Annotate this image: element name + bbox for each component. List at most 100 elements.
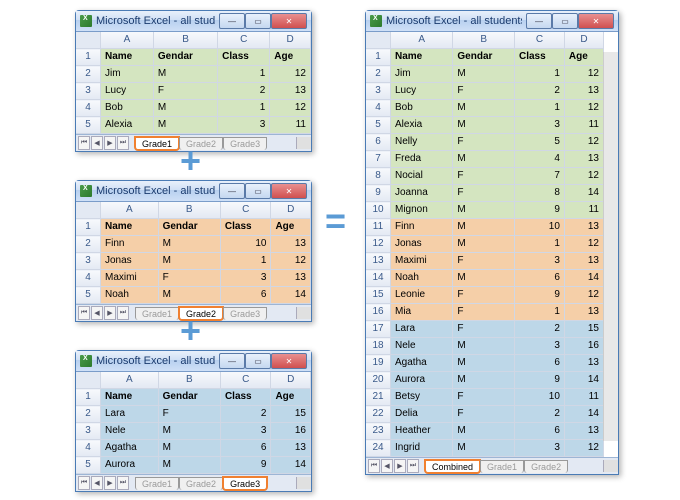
cell[interactable]: 6 xyxy=(220,287,271,304)
sheet-nav-button[interactable]: ⏭ xyxy=(407,459,419,473)
table-header-cell[interactable]: Gendar xyxy=(453,49,515,66)
cell[interactable]: Agatha xyxy=(391,355,453,372)
row-header[interactable]: 2 xyxy=(366,66,391,83)
vertical-scrollbar[interactable] xyxy=(603,52,618,441)
row-header[interactable]: 14 xyxy=(366,270,391,287)
sheet-nav-button[interactable]: ⏮ xyxy=(368,459,380,473)
maximize-button[interactable]: ▭ xyxy=(245,353,271,369)
cell[interactable]: M xyxy=(158,423,220,440)
cell[interactable]: 2 xyxy=(218,83,270,100)
cell[interactable]: 1 xyxy=(514,100,564,117)
cell[interactable]: 11 xyxy=(564,202,603,219)
cell[interactable]: 6 xyxy=(514,355,564,372)
cell[interactable]: Aurora xyxy=(391,372,453,389)
cell[interactable]: 5 xyxy=(514,134,564,151)
cell[interactable]: Leonie xyxy=(391,287,453,304)
close-button[interactable]: ✕ xyxy=(271,183,307,199)
column-header[interactable]: C xyxy=(220,372,271,389)
maximize-button[interactable]: ▭ xyxy=(552,13,578,29)
table-header-cell[interactable]: Class xyxy=(514,49,564,66)
cell[interactable]: 13 xyxy=(271,270,311,287)
row-header[interactable]: 7 xyxy=(366,151,391,168)
sheet-nav-button[interactable]: ⏭ xyxy=(117,136,129,150)
cell[interactable]: 12 xyxy=(564,440,603,457)
sheet-nav-button[interactable]: ▶ xyxy=(104,476,116,490)
cell[interactable]: F xyxy=(453,185,515,202)
scrollbar-stub[interactable] xyxy=(296,137,311,149)
cell[interactable]: M xyxy=(158,440,220,457)
table-header-cell[interactable]: Age xyxy=(271,389,311,406)
cell[interactable]: 11 xyxy=(564,117,603,134)
row-header[interactable]: 16 xyxy=(366,304,391,321)
row-header[interactable]: 3 xyxy=(366,83,391,100)
table-header-cell[interactable]: Age xyxy=(271,219,311,236)
sheet-nav-button[interactable]: ⏭ xyxy=(117,306,129,320)
cell[interactable]: Delia xyxy=(391,406,453,423)
row-header[interactable]: 2 xyxy=(76,66,101,83)
column-header[interactable]: D xyxy=(564,32,603,49)
titlebar[interactable]: Microsoft Excel - all students inf... — … xyxy=(76,11,311,32)
cell[interactable]: Alexia xyxy=(391,117,453,134)
cell[interactable]: 3 xyxy=(218,117,270,134)
column-header[interactable]: A xyxy=(101,372,159,389)
sheet-tab[interactable]: Grade1 xyxy=(135,307,179,320)
cell[interactable]: M xyxy=(153,100,217,117)
cell[interactable]: 15 xyxy=(564,321,603,338)
cell[interactable]: Nocial xyxy=(391,168,453,185)
spreadsheet-grid[interactable]: ABCD1NameGendarClassAge2JimM1123LucyF213… xyxy=(366,32,618,457)
table-header-cell[interactable]: Name xyxy=(101,219,159,236)
cell[interactable]: M xyxy=(453,270,515,287)
cell[interactable]: Jim xyxy=(101,66,154,83)
minimize-button[interactable]: — xyxy=(219,183,245,199)
row-header[interactable]: 19 xyxy=(366,355,391,372)
sheet-nav-button[interactable]: ⏮ xyxy=(78,136,90,150)
column-header[interactable]: A xyxy=(101,32,154,49)
cell[interactable]: Noah xyxy=(101,287,159,304)
cell[interactable]: 8 xyxy=(514,185,564,202)
cell[interactable]: 13 xyxy=(564,253,603,270)
sheet-tab[interactable]: Grade1 xyxy=(135,477,179,490)
table-header-cell[interactable]: Gendar xyxy=(158,219,220,236)
sheet-tab[interactable]: Grade2 xyxy=(179,477,223,490)
cell[interactable]: F xyxy=(158,270,220,287)
cell[interactable]: 14 xyxy=(564,185,603,202)
cell[interactable]: M xyxy=(453,202,515,219)
maximize-button[interactable]: ▭ xyxy=(245,183,271,199)
titlebar[interactable]: Microsoft Excel - all students inf... — … xyxy=(76,181,311,202)
cell[interactable]: Jim xyxy=(391,66,453,83)
cell[interactable]: 14 xyxy=(564,406,603,423)
table-header-cell[interactable]: Name xyxy=(101,49,154,66)
cell[interactable]: 1 xyxy=(218,100,270,117)
cell[interactable]: M xyxy=(453,440,515,457)
cell[interactable]: Heather xyxy=(391,423,453,440)
spreadsheet-grid[interactable]: ABCD1NameGendarClassAge2LaraF2153NeleM31… xyxy=(76,372,311,474)
row-header[interactable]: 2 xyxy=(76,406,101,423)
cell[interactable]: 13 xyxy=(271,236,311,253)
row-header[interactable]: 23 xyxy=(366,423,391,440)
cell[interactable]: 12 xyxy=(564,236,603,253)
cell[interactable]: 12 xyxy=(564,66,603,83)
row-header[interactable]: 15 xyxy=(366,287,391,304)
cell[interactable]: 6 xyxy=(514,270,564,287)
column-header[interactable]: B xyxy=(153,32,217,49)
table-header-cell[interactable]: Age xyxy=(270,49,311,66)
cell[interactable]: 12 xyxy=(564,134,603,151)
maximize-button[interactable]: ▭ xyxy=(245,13,271,29)
row-header[interactable]: 13 xyxy=(366,253,391,270)
cell[interactable]: 14 xyxy=(564,270,603,287)
row-header[interactable]: 17 xyxy=(366,321,391,338)
row-header[interactable]: 9 xyxy=(366,185,391,202)
row-header[interactable]: 5 xyxy=(76,117,101,134)
column-header[interactable]: C xyxy=(220,202,271,219)
sheet-tab[interactable]: Grade3 xyxy=(223,307,267,320)
cell[interactable]: Nelly xyxy=(391,134,453,151)
cell[interactable]: 13 xyxy=(564,83,603,100)
cell[interactable]: F xyxy=(453,321,515,338)
cell[interactable]: F xyxy=(453,253,515,270)
column-header[interactable]: B xyxy=(158,202,220,219)
column-header[interactable]: D xyxy=(271,372,311,389)
minimize-button[interactable]: — xyxy=(526,13,552,29)
cell[interactable]: Mignon xyxy=(391,202,453,219)
row-header[interactable]: 5 xyxy=(76,457,101,474)
row-header[interactable]: 20 xyxy=(366,372,391,389)
